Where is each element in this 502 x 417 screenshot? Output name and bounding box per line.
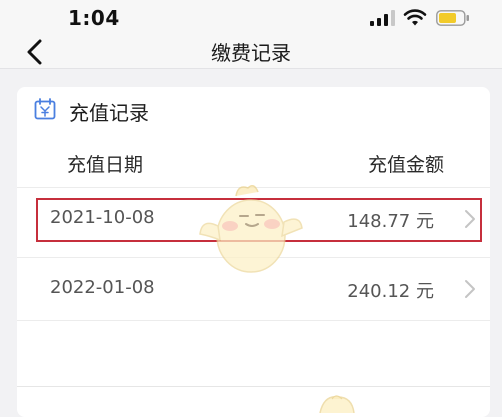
recharge-records-card: 充值记录 充值日期 充值金额 2021-10-08 148.77 元 2022-… — [17, 87, 490, 417]
column-header-amount: 充值金额 — [367, 154, 444, 176]
chevron-right-icon — [465, 280, 475, 298]
status-bar: 1:04 — [0, 0, 502, 34]
record-row[interactable]: 2022-01-08 240.12 元 — [17, 257, 490, 321]
wifi-icon — [403, 9, 427, 26]
record-amount: 240.12 元 — [347, 281, 434, 302]
record-amount: 148.77 元 — [347, 211, 434, 232]
column-header-date: 充值日期 — [67, 154, 144, 176]
cellular-signal-icon — [370, 10, 395, 26]
card-title: 充值记录 — [69, 101, 149, 125]
record-date: 2021-10-08 — [50, 207, 155, 228]
record-row[interactable]: 2021-10-08 148.77 元 — [17, 187, 490, 250]
divider — [17, 386, 490, 387]
page-title: 缴费记录 — [211, 41, 291, 65]
calendar-icon — [34, 98, 56, 120]
record-date: 2022-01-08 — [50, 277, 155, 298]
status-time: 1:04 — [68, 6, 120, 30]
battery-icon — [436, 10, 469, 26]
chevron-right-icon — [465, 210, 475, 228]
navigation-bar: 缴费记录 — [0, 34, 502, 69]
